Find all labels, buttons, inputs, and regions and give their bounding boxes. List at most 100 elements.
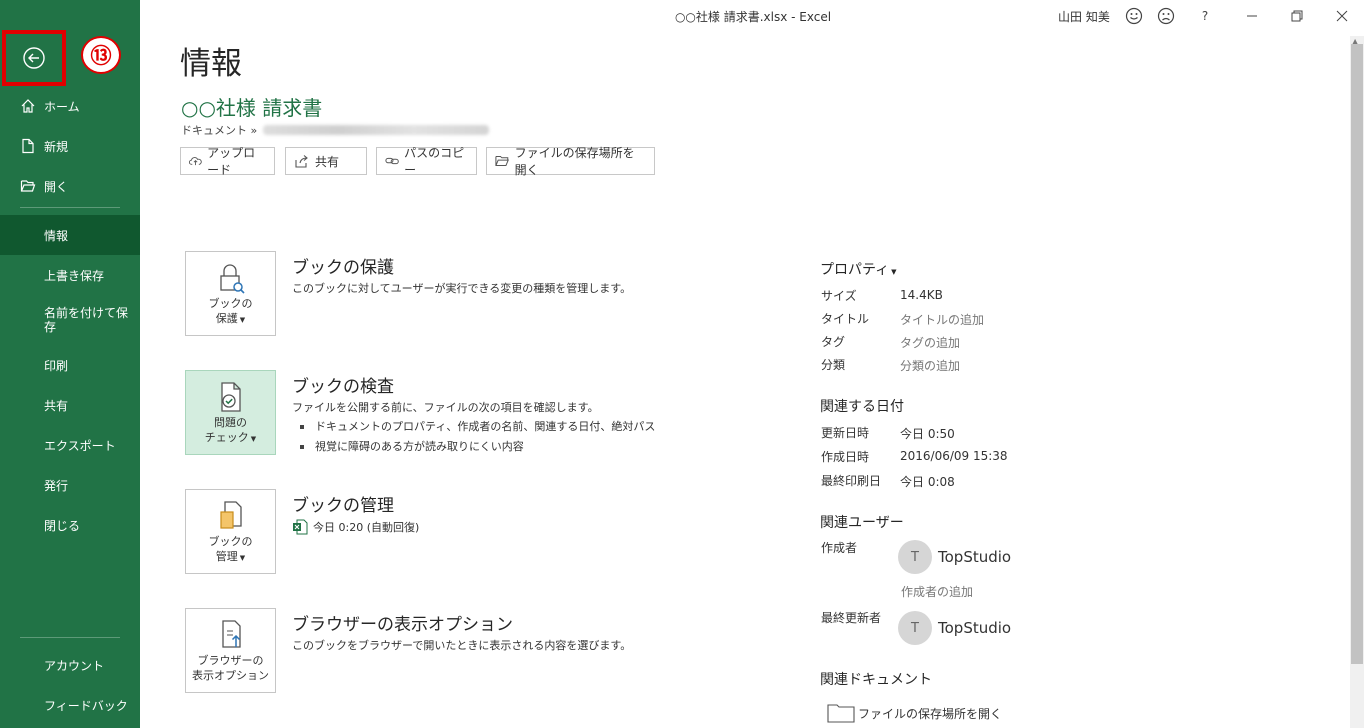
related-dates-heading: 関連する日付 [820,399,904,415]
restore-icon[interactable] [1287,6,1307,26]
sidebar-item-feedback[interactable]: フィードバック [0,685,140,725]
sidebar-divider [20,637,120,638]
protect-description: このブックに対してユーザーが実行できる変更の種類を管理します。 [292,282,632,295]
document-title: ○○社様 請求書 [181,96,323,120]
browser-document-icon [221,620,241,648]
home-icon [21,99,35,113]
browser-title: ブラウザーの表示オプション [292,615,513,635]
new-document-icon [22,138,34,154]
sidebar-item-export[interactable]: エクスポート [0,425,140,465]
share-button[interactable]: 共有 [285,147,367,175]
last-modified-name[interactable]: TopStudio [938,619,1011,637]
property-value-size: 14.4KB [900,288,943,302]
date-key: 作成日時 [821,450,870,464]
help-icon[interactable]: ? [1195,6,1215,26]
backstage-sidebar: ⑬ ホーム 新規 開く 情報 上書き保存 名前を付けて保存 印刷 共有 エクスポ… [0,0,140,728]
breadcrumb-prefix: ドキュメント » [181,124,258,137]
sidebar-item-info[interactable]: 情報 [0,215,140,255]
property-key: タグ [821,335,846,349]
sidebar-item-save-as[interactable]: 名前を付けて保存 [0,295,140,345]
sidebar-item-publish[interactable]: 発行 [0,465,140,505]
open-file-location-link[interactable]: ファイルの保存場所を開く [827,703,1002,723]
related-documents-heading: 関連ドキュメント [820,672,932,688]
browser-box-label-line2: 表示オプション [192,669,269,682]
dropdown-caret-icon: ▼ [239,316,246,324]
scrollbar-thumb[interactable] [1351,44,1363,664]
date-key: 更新日時 [821,426,870,440]
property-key: タイトル [821,312,870,326]
protect-workbook-button[interactable]: ブックの 保護 ▼ [185,251,276,336]
sidebar-item-account[interactable]: アカウント [0,645,140,685]
author-name[interactable]: TopStudio [938,548,1011,566]
inspect-bullet: 視覚に障碍のある方が読み取りにくい内容 [300,438,524,454]
protect-box-label-line1: ブックの [208,297,253,310]
sidebar-item-label: ホーム [44,99,80,114]
minimize-icon[interactable] [1242,6,1262,26]
check-issues-button[interactable]: 問題の チェック ▼ [185,370,276,455]
user-name[interactable]: 山田 知美 [1058,8,1110,25]
excel-file-icon [293,519,308,535]
properties-heading-text: プロパティ [820,262,890,278]
open-location-button[interactable]: ファイルの保存場所を開く [486,146,655,177]
autorecover-version-link[interactable]: 今日 0:20 (自動回復) [292,519,419,535]
sidebar-item-print[interactable]: 印刷 [0,345,140,385]
open-file-location-text: ファイルの保存場所を開く [858,706,1003,721]
sidebar-item-home[interactable]: ホーム [0,86,140,126]
related-people-heading: 関連ユーザー [820,515,904,531]
copy-path-label: パスのコピー [404,146,465,177]
blurred-path [263,125,490,135]
close-icon[interactable] [1332,6,1352,26]
sidebar-item-save[interactable]: 上書き保存 [0,255,140,295]
share-label: 共有 [315,154,340,169]
browser-box-label-line1: ブラウザーの [197,654,264,667]
last-modified-key: 最終更新者 [821,611,882,625]
manage-box-label: ブックの 管理 ▼ [209,534,253,566]
back-button[interactable] [2,30,66,86]
inspect-box-label-line2: チェック [204,431,249,444]
folder-icon [495,155,509,167]
add-author-link[interactable]: 作成者の追加 [901,583,973,600]
link-icon [385,157,399,165]
browser-view-options-button[interactable]: ブラウザーの 表示オプション [185,608,276,693]
sidebar-item-new[interactable]: 新規 [0,126,140,166]
property-key: 分類 [821,358,846,372]
sidebar-item-label: 新規 [44,139,69,154]
manage-box-label-line2: 管理 [215,550,238,563]
property-category-field[interactable]: 分類の追加 [900,357,960,374]
page-title: 情報 [180,46,242,82]
sidebar-item-open[interactable]: 開く [0,166,140,206]
property-title-field[interactable]: タイトルの追加 [900,311,984,328]
autorecover-version-text: 今日 0:20 (自動回復) [313,521,420,534]
back-arrow-icon [23,47,45,69]
avatar[interactable]: T [898,540,932,574]
author-key: 作成者 [821,541,858,555]
browser-box-label: ブラウザーの 表示オプション [192,653,269,683]
breadcrumb: ドキュメント » [181,122,490,138]
frown-icon[interactable] [1156,6,1176,26]
avatar[interactable]: T [898,611,932,645]
sidebar-item-close[interactable]: 閉じる [0,505,140,545]
inspect-bullet: ドキュメントのプロパティ、作成者の名前、関連する日付、絶対パス [300,418,655,434]
upload-label: アップロード [207,146,256,177]
dropdown-caret-icon: ▼ [891,268,897,276]
inspect-document-icon [220,382,241,412]
smile-icon[interactable] [1124,6,1144,26]
sidebar-item-share[interactable]: 共有 [0,385,140,425]
property-tags-field[interactable]: タグの追加 [900,334,960,351]
inspect-title: ブックの検査 [292,377,394,397]
property-key: サイズ [821,289,857,303]
lock-icon [219,264,245,294]
upload-button[interactable]: アップロード [180,146,275,177]
copy-path-button[interactable]: パスのコピー [376,146,477,177]
protect-box-label: ブックの 保護 ▼ [209,296,253,328]
folder-icon [827,704,855,723]
open-folder-icon [20,180,36,192]
inspect-box-label-line1: 問題の [213,416,247,429]
properties-heading[interactable]: プロパティ ▼ [820,259,897,279]
manage-workbook-button[interactable]: ブックの 管理 ▼ [185,489,276,574]
date-value: 今日 0:50 [900,427,955,441]
sidebar-divider [20,207,120,208]
protect-box-label-line2: 保護 [215,312,238,325]
date-value: 2016/06/09 15:38 [900,449,1008,463]
window-title: ○○社様 請求書.xlsx - Excel [674,10,832,24]
